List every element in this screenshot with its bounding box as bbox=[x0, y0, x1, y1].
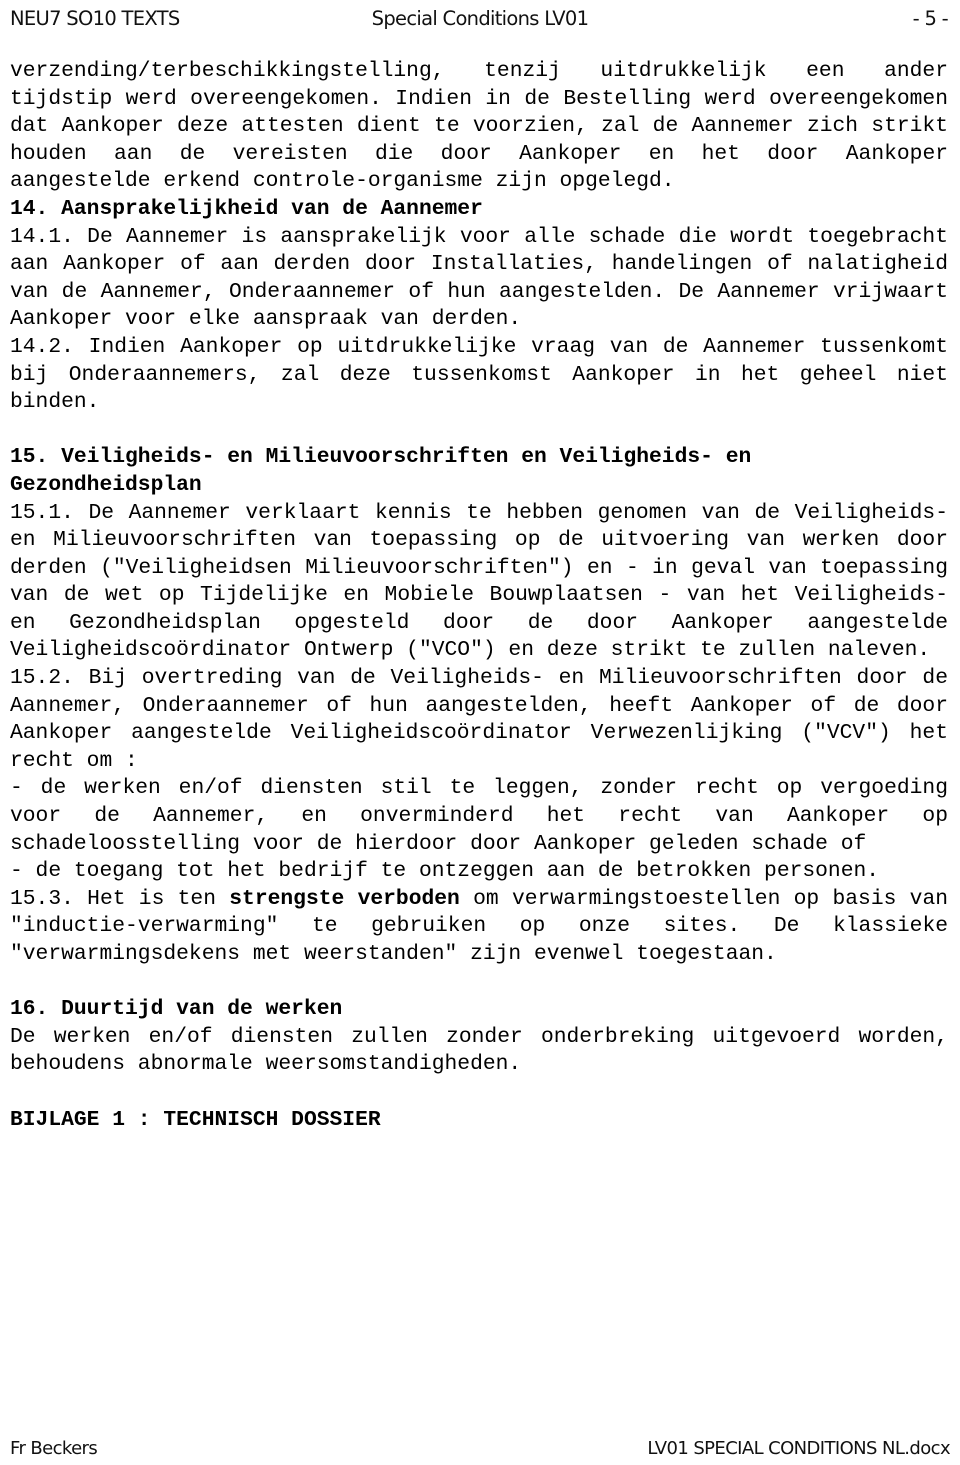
paragraph-clause-13-continuation: verzending/terbeschikkingstelling, tenzi… bbox=[10, 59, 948, 194]
paragraph-clause-14-2: 14.2. Indien Aankoper op uitdrukkelijke … bbox=[10, 334, 948, 415]
paragraph-clause-16: De werken en/of diensten zullen zonder o… bbox=[10, 1024, 948, 1077]
bullet-deny-access: - de toegang tot het bedrijf te ontzegge… bbox=[10, 859, 880, 884]
bullet-stop-works: - de werken en/of diensten stil te legge… bbox=[10, 776, 948, 856]
heading-section-16: 16. Duurtijd van de werken bbox=[10, 997, 343, 1022]
header-document-title: Special Conditions LV01 bbox=[371, 7, 589, 30]
clause-15-3-emphasis: strengste verboden bbox=[229, 886, 460, 911]
heading-section-15: 15. Veiligheids- en Milieuvoorschriften … bbox=[10, 445, 752, 497]
paragraph-clause-15-2-intro: 15.2. Bij overtreding van de Veiligheids… bbox=[10, 666, 948, 773]
document-body: verzending/terbeschikkingstelling, tenzi… bbox=[10, 58, 948, 1134]
heading-annex-1: BIJLAGE 1 : TECHNISCH DOSSIER bbox=[10, 1107, 381, 1132]
clause-15-3-lead: 15.3. Het is ten bbox=[10, 886, 230, 911]
header-page-number: - 5 - bbox=[912, 7, 949, 30]
footer-filename: LV01 SPECIAL CONDITIONS NL.docx bbox=[647, 1438, 950, 1459]
paragraph-clause-15-1: 15.1. De Aannemer verklaart kennis te he… bbox=[10, 500, 948, 663]
heading-section-14: 14. Aansprakelijkheid van de Aannemer bbox=[10, 196, 483, 221]
document-page: { "header": { "left": "NEU7 SO10 TEXTS",… bbox=[0, 0, 960, 1465]
page-running-footer: Fr Beckers LV01 SPECIAL CONDITIONS NL.do… bbox=[0, 1429, 960, 1461]
footer-author: Fr Beckers bbox=[10, 1438, 98, 1459]
paragraph-clause-15-3: 15.3. Het is ten strengste verboden om v… bbox=[10, 886, 948, 969]
paragraph-clause-14-1: 14.1. De Aannemer is aansprakelijk voor … bbox=[10, 224, 948, 332]
page-running-header: NEU7 SO10 TEXTS Special Conditions LV01 … bbox=[0, 0, 960, 46]
